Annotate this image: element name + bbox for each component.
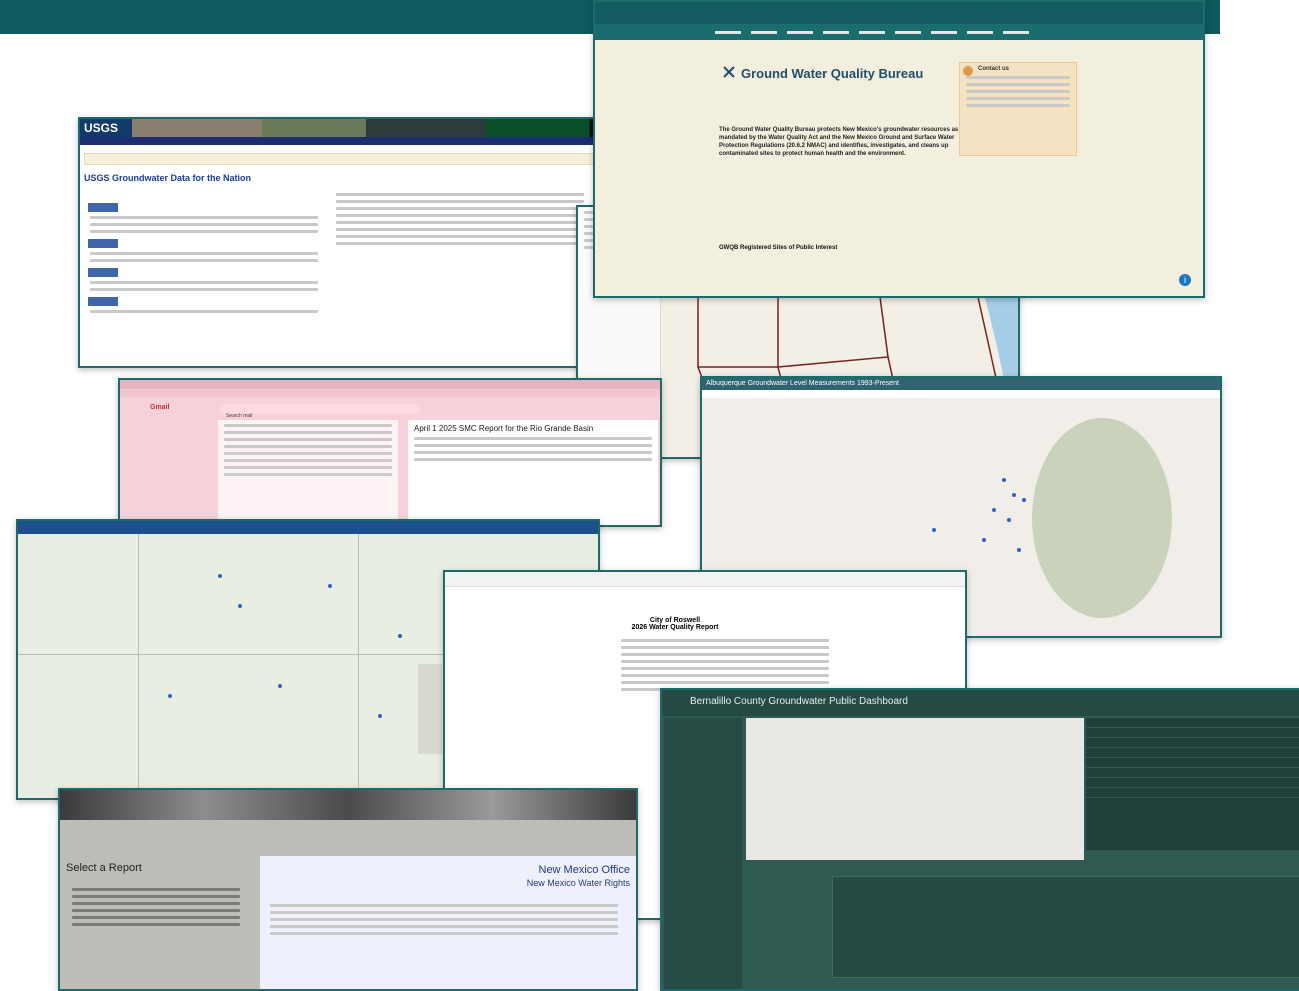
nmed-ground-water-screenshot[interactable]: Ground Water Quality Bureau Contact us T… <box>593 0 1205 298</box>
contact-heading: Contact us <box>978 66 1010 72</box>
bernalillo-dashboard-screenshot[interactable]: Bernalillo County Groundwater Public Das… <box>660 688 1299 991</box>
close-icon <box>723 66 735 78</box>
map-titlebar <box>18 521 598 534</box>
main-subtitle: New Mexico Water Rights <box>526 878 630 888</box>
usgs-groundwater-screenshot[interactable]: USGS USGS Groundwater Data for the Natio… <box>78 117 602 368</box>
browser-tab-bar[interactable] <box>120 380 660 389</box>
dashboard-map[interactable] <box>746 718 1084 860</box>
usgs-page-title: USGS Groundwater Data for the Nation <box>84 173 252 183</box>
ose-water-rights-screenshot[interactable]: Select a Report New Mexico Office New Me… <box>58 788 638 991</box>
nmed-menu[interactable] <box>595 24 1203 40</box>
mail-reading-pane: April 1 2025 SMC Report for the Rio Gran… <box>408 420 658 525</box>
accessibility-icon[interactable]: i <box>1179 274 1191 286</box>
usgs-logo: USGS <box>84 121 119 135</box>
nmed-header <box>595 2 1203 24</box>
ose-main: New Mexico Office New Mexico Water Right… <box>260 856 636 989</box>
gmail-logo: Gmail <box>150 404 170 411</box>
report-subheading: 2026 Water Quality Report <box>631 624 719 631</box>
nmed-page-title: Ground Water Quality Bureau <box>741 66 924 81</box>
gmail-screenshot[interactable]: Gmail Search mail April 1 2025 SMC Repor… <box>118 378 662 527</box>
usgs-banner: USGS <box>80 119 600 137</box>
dashboard-chart <box>832 876 1299 978</box>
main-title: New Mexico Office <box>538 864 631 876</box>
nmed-intro: The Ground Water Quality Bureau protects… <box>719 127 959 157</box>
dashboard-title: Bernalillo County Groundwater Public Das… <box>690 696 908 707</box>
contact-icon <box>963 66 973 76</box>
ose-banner <box>60 790 636 820</box>
usgs-section-button[interactable] <box>88 203 118 212</box>
dashboard-table <box>1086 718 1299 850</box>
pdf-toolbar[interactable] <box>445 572 965 587</box>
usgs-warning-banner <box>84 153 596 165</box>
usgs-section-button[interactable] <box>88 297 118 306</box>
report-heading: City of Roswell <box>649 617 701 624</box>
usgs-nav-bar[interactable] <box>80 137 600 145</box>
usgs-right-panel <box>330 189 590 249</box>
message-subject: April 1 2025 SMC Report for the Rio Gran… <box>414 424 594 433</box>
mail-list[interactable] <box>218 420 398 525</box>
usgs-left-panel <box>84 197 324 317</box>
usgs-section-button[interactable] <box>88 239 118 248</box>
bookmarks-bar[interactable] <box>120 389 660 397</box>
contact-panel: Contact us <box>959 62 1077 156</box>
sidebar-title: Select a Report <box>66 862 142 874</box>
dashboard-sidebar <box>664 718 742 989</box>
search-input[interactable]: Search mail <box>220 404 420 419</box>
abq-title: Albuquerque Groundwater Level Measuremen… <box>702 378 1220 390</box>
nmed-section-heading: GWQB Registered Sites of Public Interest <box>719 245 838 251</box>
usgs-section-button[interactable] <box>88 268 118 277</box>
